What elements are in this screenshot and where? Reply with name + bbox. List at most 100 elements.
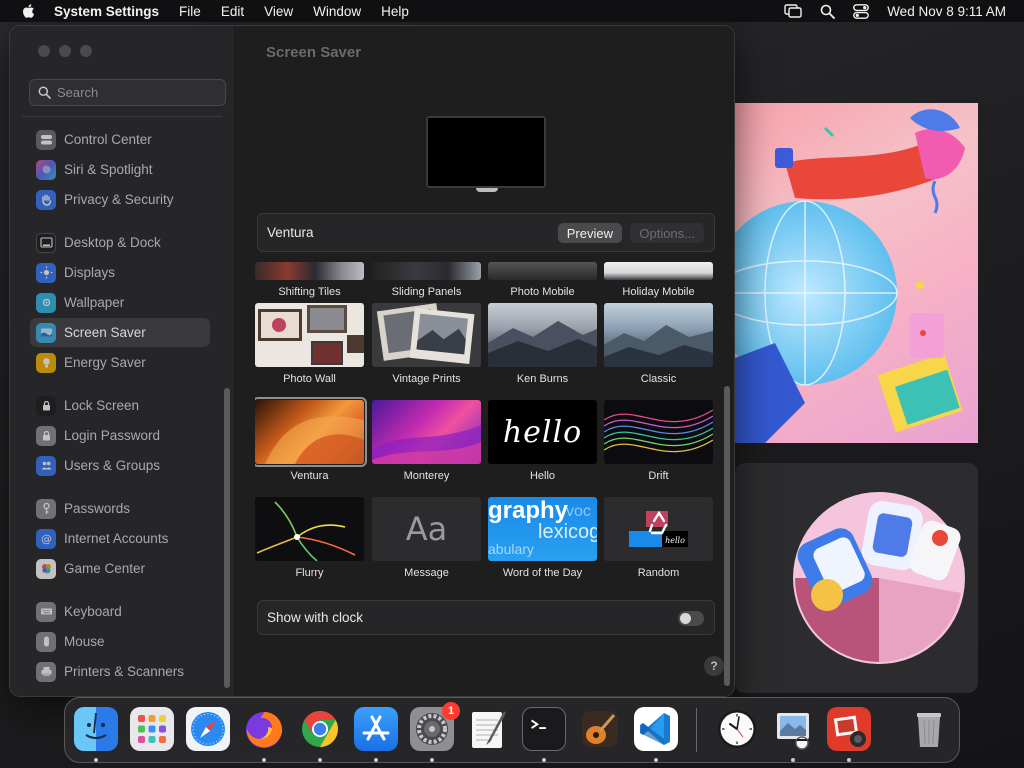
saver-drift[interactable]: Drift — [604, 400, 713, 482]
saver-ken-burns[interactable]: Ken Burns — [488, 303, 597, 385]
control-center-icon — [36, 129, 56, 150]
saver-thumbnail: Aa — [372, 497, 481, 561]
saver-vintage-prints[interactable]: Vintage Prints — [372, 303, 481, 385]
sidebar-item-screen-saver[interactable]: Screen Saver — [30, 318, 210, 347]
saver-label: Message — [404, 567, 449, 579]
saver-label: Vintage Prints — [392, 373, 461, 385]
saver-monterey[interactable]: Monterey — [372, 400, 481, 482]
users-icon — [36, 455, 56, 476]
dock-firefox[interactable] — [242, 707, 286, 751]
saver-photo-wall[interactable]: Photo Wall — [255, 303, 364, 385]
saver-thumbnail — [255, 303, 364, 367]
saver-hello[interactable]: hello Hello — [488, 400, 597, 482]
sidebar-item-printers-scanners[interactable]: Printers & Scanners — [30, 657, 210, 686]
dock-finder[interactable] — [74, 707, 118, 751]
screen-saver-gallery: Shifting Tiles Sliding Panels Photo Mobi… — [255, 262, 725, 622]
menu-window[interactable]: Window — [313, 4, 361, 19]
sidebar-item-desktop-dock[interactable]: Desktop & Dock — [30, 228, 210, 257]
message-text: Aa — [405, 510, 448, 548]
search-field[interactable] — [29, 79, 226, 106]
main-scrollbar[interactable] — [724, 386, 730, 686]
close-button[interactable] — [38, 45, 50, 57]
saver-photo-mobile[interactable]: Photo Mobile — [488, 262, 597, 298]
sidebar-item-control-center[interactable]: Control Center — [30, 125, 210, 154]
minimize-button[interactable] — [59, 45, 71, 57]
sidebar-item-label: Screen Saver — [64, 325, 146, 340]
saver-classic[interactable]: Classic — [604, 303, 713, 385]
show-with-clock-toggle[interactable] — [678, 611, 704, 626]
window-controls — [38, 45, 92, 57]
sidebar-item-login-password[interactable]: Login Password — [30, 421, 210, 450]
sidebar-item-game-center[interactable]: Game Center — [30, 554, 210, 583]
preview-button[interactable]: Preview — [557, 223, 622, 243]
hand-icon — [36, 189, 56, 210]
dock-running-indicator — [791, 758, 795, 762]
zoom-button[interactable] — [80, 45, 92, 57]
menu-edit[interactable]: Edit — [221, 4, 244, 19]
search-input[interactable] — [57, 85, 207, 100]
dock-safari[interactable] — [186, 707, 230, 751]
vscode-icon — [640, 713, 670, 745]
dock-clock[interactable] — [715, 707, 759, 751]
menu-file[interactable]: File — [179, 4, 201, 19]
sidebar-item-lock-screen[interactable]: Lock Screen — [30, 391, 210, 420]
saver-holiday-mobile[interactable]: Holiday Mobile — [604, 262, 713, 298]
saver-flurry[interactable]: Flurry — [255, 497, 364, 579]
saver-shifting-tiles[interactable]: Shifting Tiles — [255, 262, 364, 298]
saver-thumbnail: hello — [604, 497, 713, 561]
dock-textedit[interactable] — [466, 707, 510, 751]
help-button[interactable]: ? — [704, 656, 724, 676]
at-icon: @ — [36, 528, 56, 549]
saver-sliding-panels[interactable]: Sliding Panels — [372, 262, 481, 298]
svg-text:hello: hello — [665, 536, 685, 545]
menubar-clock[interactable]: Wed Nov 8 9:11 AM — [887, 4, 1006, 19]
dock-chrome[interactable] — [298, 707, 342, 751]
saver-word-of-the-day[interactable]: graphy voc lexicog abulary Word of the D… — [488, 497, 597, 579]
dock-running-indicator — [262, 758, 266, 762]
hello-text: hello — [502, 414, 583, 450]
saver-thumbnail — [488, 303, 597, 367]
dock-preview[interactable] — [771, 707, 815, 751]
sidebar-item-mouse[interactable]: Mouse — [30, 627, 210, 656]
sun-icon — [36, 262, 56, 283]
saver-message[interactable]: Aa Message — [372, 497, 481, 579]
printer-icon — [36, 661, 56, 682]
dock-launchpad[interactable] — [130, 707, 174, 751]
dock-app-store[interactable] — [354, 707, 398, 751]
sidebar-item-wallpaper[interactable]: Wallpaper — [30, 288, 210, 317]
terminal-icon — [531, 719, 546, 729]
saver-ventura[interactable]: Ventura — [255, 397, 367, 482]
spotlight-icon[interactable] — [820, 4, 836, 19]
options-button[interactable]: Options... — [630, 223, 704, 243]
word-text-3: abulary — [488, 541, 534, 557]
menu-help[interactable]: Help — [381, 4, 409, 19]
sidebar-item-displays[interactable]: Displays — [30, 258, 210, 287]
sidebar-item-keyboard[interactable]: Keyboard — [30, 597, 210, 626]
apple-menu-icon[interactable] — [18, 3, 38, 19]
menu-view[interactable]: View — [264, 4, 293, 19]
saver-random[interactable]: hello Random — [604, 497, 713, 579]
saver-label: Hello — [529, 470, 556, 482]
saver-label: Sliding Panels — [391, 286, 462, 298]
sidebar-item-siri-spotlight[interactable]: Siri & Spotlight — [30, 155, 210, 184]
saver-thumbnail — [604, 303, 713, 367]
saver-thumbnail — [604, 262, 713, 280]
saver-label: Flurry — [295, 567, 324, 579]
sidebar-item-privacy-security[interactable]: Privacy & Security — [30, 185, 210, 214]
sidebar-item-internet-accounts[interactable]: @ Internet Accounts — [30, 524, 210, 553]
dock-garageband[interactable] — [578, 707, 622, 751]
dock-photo-booth[interactable] — [827, 707, 871, 751]
sidebar-item-passwords[interactable]: Passwords — [30, 494, 210, 523]
sidebar-item-label: Internet Accounts — [64, 531, 169, 546]
control-center-icon[interactable] — [853, 3, 870, 19]
sidebar-item-label: Passwords — [64, 501, 131, 516]
sidebar-item-label: Login Password — [64, 428, 161, 443]
sidebar-scrollbar[interactable] — [224, 388, 230, 688]
dock-terminal[interactable] — [522, 707, 566, 751]
sidebar-item-energy-saver[interactable]: Energy Saver — [30, 348, 210, 377]
menu-app-name[interactable]: System Settings — [54, 4, 159, 19]
screen-mirroring-icon[interactable] — [784, 4, 802, 18]
sidebar-item-users-groups[interactable]: Users & Groups — [30, 451, 210, 480]
dock-vscode[interactable] — [634, 707, 678, 751]
dock-trash[interactable] — [907, 707, 951, 751]
